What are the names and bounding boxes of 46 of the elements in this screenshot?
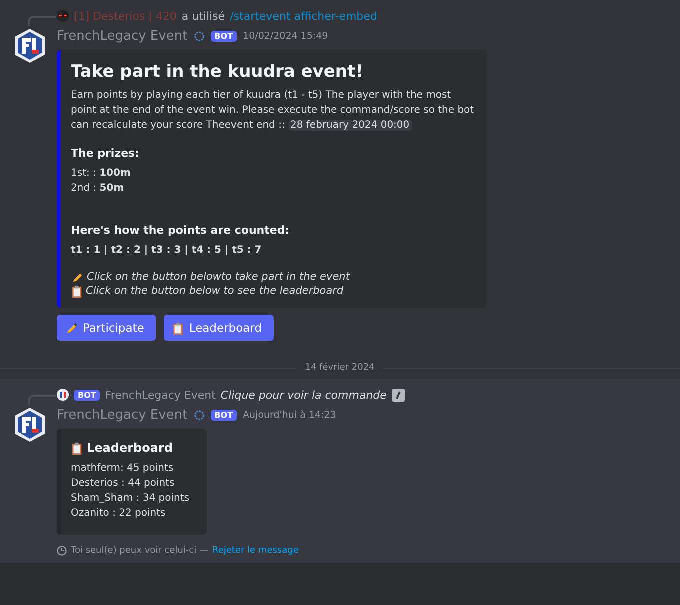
leaderboard-entry: Ozanito : 22 points bbox=[71, 507, 167, 521]
author-name[interactable]: FrenchLegacy Event bbox=[57, 28, 188, 44]
avatar bbox=[12, 407, 48, 443]
pen-icon bbox=[71, 270, 84, 284]
author-name[interactable]: FrenchLegacy Event bbox=[57, 408, 188, 422]
date-divider: 14 février 2024 bbox=[304, 363, 376, 373]
command-hint[interactable]: Clique pour voir la commande bbox=[220, 388, 387, 402]
embed-title: Take part in the kuudra event! bbox=[71, 62, 364, 82]
section-line: 2nd : 50m bbox=[71, 182, 126, 196]
embed-note: Click on the button below to see the leaderboard bbox=[86, 284, 344, 298]
leaderboard-entry: Sham_Sham : 34 points bbox=[71, 492, 190, 506]
embed-description: Earn points by playing each tier of kuudra (t1 - t5) The player with the most point at the end of the event win. Please execute the command/score so the bot can recalculate your score Theevent end :: 28 february 2024 00:00 bbox=[71, 89, 475, 133]
bot-tag: BOT bbox=[210, 410, 238, 420]
action-button[interactable]: Participate bbox=[57, 315, 156, 341]
user-avatar-icon bbox=[57, 10, 69, 22]
bot-avatar-icon bbox=[57, 389, 69, 401]
leaderboard-entry: Desterios : 44 points bbox=[71, 477, 176, 491]
embed-title: Leaderboard bbox=[71, 441, 197, 455]
embed-note: Click on the button belowto take part in the event bbox=[87, 270, 350, 284]
clipboard-icon bbox=[71, 442, 83, 454]
pen-icon bbox=[65, 322, 78, 334]
dismiss-link[interactable]: Rejeter le message bbox=[212, 546, 299, 556]
verified-icon bbox=[194, 30, 205, 42]
avatar bbox=[12, 28, 48, 64]
slash-command-icon bbox=[392, 388, 405, 402]
timestamp: 10/02/2024 15:49 bbox=[243, 30, 328, 42]
reply-action: a utilisé bbox=[182, 10, 226, 22]
reply-username[interactable]: FrenchLegacy Event bbox=[105, 388, 216, 402]
date-pill: 28 february 2024 00:00 bbox=[288, 120, 412, 131]
reply-connector bbox=[28, 16, 56, 26]
section-line: t1 : 1 | t2 : 2 | t3 : 3 | t4 : 5 | t5 : 7 bbox=[71, 244, 263, 258]
leaderboard-entry: mathferm: 45 points bbox=[71, 462, 175, 476]
section-line: 1st: : 100m bbox=[71, 167, 132, 181]
clipboard-icon bbox=[172, 322, 184, 334]
section-heading: Here's how the points are counted: bbox=[71, 224, 291, 237]
command-link[interactable]: /startevent afficher-embed bbox=[230, 10, 378, 22]
clipboard-icon bbox=[71, 284, 83, 298]
verified-icon bbox=[194, 410, 205, 420]
section-heading: The prizes: bbox=[71, 147, 141, 160]
timestamp: Aujourd'hui à 14:23 bbox=[243, 410, 336, 420]
reply-connector bbox=[28, 395, 56, 405]
clock-icon bbox=[57, 546, 67, 556]
ephemeral-notice: Toi seul(e) peux voir celui-ci — bbox=[71, 546, 208, 556]
bot-tag: BOT bbox=[210, 30, 238, 42]
action-button[interactable]: Leaderboard bbox=[164, 315, 274, 341]
bot-tag: BOT bbox=[74, 390, 100, 400]
